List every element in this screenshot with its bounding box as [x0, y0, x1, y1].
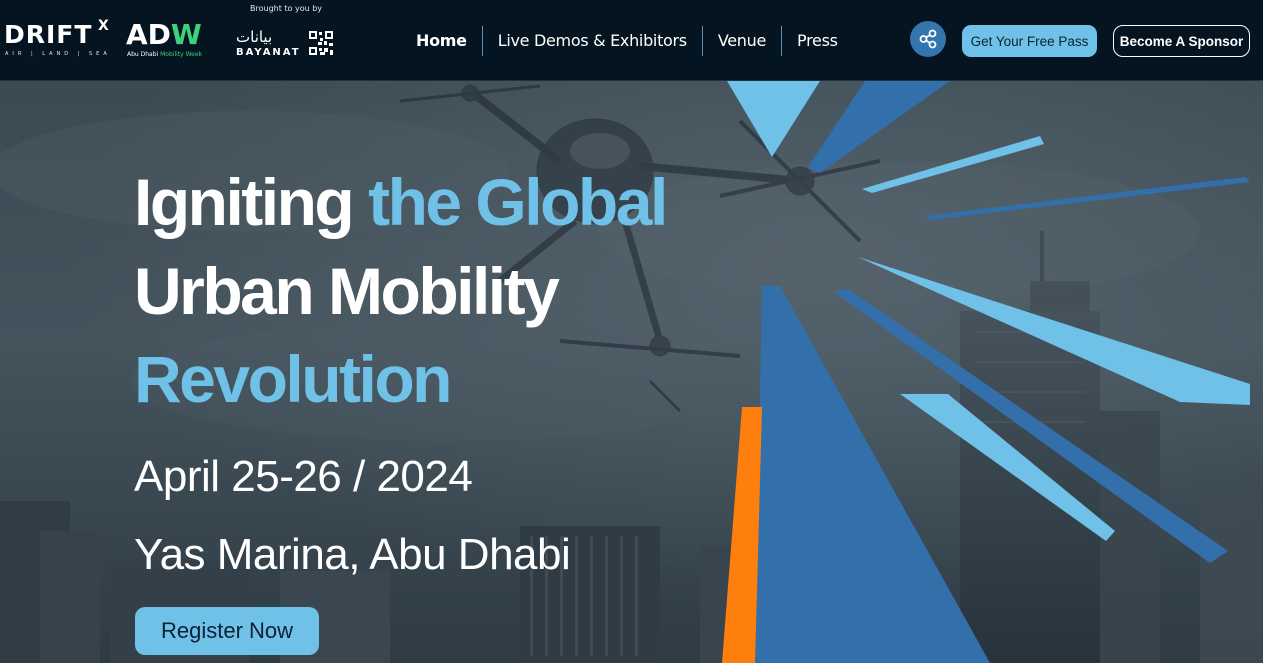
- adw-logo-tagline-prefix: Abu Dhabi: [127, 51, 159, 58]
- bayanat-logo-latin: BAYANAT: [236, 47, 301, 58]
- share-icon: [919, 29, 937, 49]
- share-button[interactable]: [910, 21, 946, 57]
- adw-logo-tagline-green: Mobility Week: [160, 51, 203, 58]
- hero-headline-the-global: the Global: [368, 165, 668, 239]
- nav-venue[interactable]: Venue: [703, 26, 781, 56]
- hero-section: Igniting the Global Urban Mobility Revol…: [0, 81, 1263, 663]
- event-date: April 25-26 / 2024: [134, 452, 473, 501]
- adw-logo[interactable]: ADW Abu Dhabi Mobility Week: [126, 18, 202, 58]
- event-venue: Yas Marina, Abu Dhabi: [134, 530, 571, 579]
- driftx-logo[interactable]: DRIFT X AIR | LAND | SEA: [4, 18, 109, 57]
- bayanat-qr-icon: [308, 30, 334, 56]
- become-sponsor-button[interactable]: Become A Sponsor: [1113, 25, 1250, 57]
- hero-headline-line-1: Igniting the Global: [134, 169, 668, 235]
- adw-logo-ad: AD: [126, 18, 171, 51]
- bayanat-logo-arabic: بيانات: [236, 28, 273, 46]
- adw-logo-word: ADW: [126, 18, 202, 51]
- driftx-logo-tagline: AIR | LAND | SEA: [5, 51, 111, 57]
- brought-to-you-by-label: Brought to you by: [250, 4, 323, 13]
- driftx-logo-word: DRIFT: [4, 20, 93, 49]
- site-header: DRIFT X AIR | LAND | SEA ADW Abu Dhabi M…: [0, 0, 1263, 81]
- get-free-pass-button[interactable]: Get Your Free Pass: [962, 25, 1097, 57]
- hero-headline-igniting: Igniting: [134, 165, 369, 239]
- nav-home[interactable]: Home: [402, 26, 482, 56]
- adw-logo-tagline: Abu Dhabi Mobility Week: [127, 51, 202, 58]
- adw-logo-w: W: [170, 18, 202, 51]
- nav-live-demos-exhibitors[interactable]: Live Demos & Exhibitors: [483, 26, 702, 56]
- nav-press[interactable]: Press: [782, 26, 853, 56]
- register-now-button[interactable]: Register Now: [135, 607, 319, 655]
- driftx-logo-x: X: [98, 18, 109, 34]
- hero-headline-line-3: Revolution: [134, 342, 453, 416]
- main-nav: Home Live Demos & Exhibitors Venue Press: [402, 26, 853, 56]
- hero-headline-line-2: Urban Mobility: [134, 254, 560, 328]
